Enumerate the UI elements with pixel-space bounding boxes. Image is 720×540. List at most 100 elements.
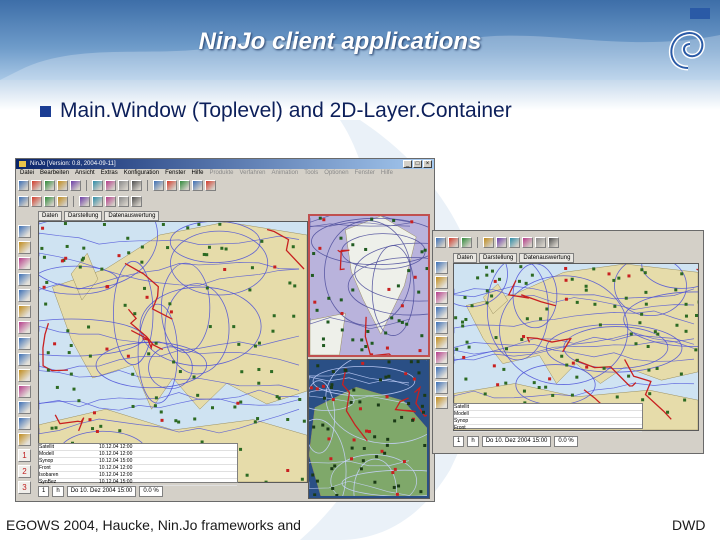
side-tool-button[interactable] (18, 337, 31, 350)
toolbar-tool-button[interactable] (18, 179, 29, 191)
side-tool-button[interactable] (18, 417, 31, 430)
tab-daten[interactable]: Daten (38, 211, 63, 221)
toolbar-tool-button[interactable] (31, 179, 42, 191)
side-tool-button[interactable] (435, 396, 448, 409)
toolbar-tool-button[interactable] (131, 195, 142, 207)
toolbar-tool-button[interactable] (44, 179, 55, 191)
menu-item[interactable]: Animation (272, 169, 299, 178)
menu-item[interactable]: Datei (20, 169, 34, 178)
menu-item[interactable]: Hilfe (381, 169, 393, 178)
menu-item[interactable]: Bearbeiten (40, 169, 69, 178)
side-tool-button[interactable] (18, 241, 31, 254)
menu-item[interactable]: Ansicht (75, 169, 95, 178)
side-tool-button[interactable] (18, 225, 31, 238)
minimize-icon[interactable]: _ (403, 160, 412, 168)
toolbar-tool-button[interactable] (522, 236, 533, 248)
side-tool-button[interactable] (18, 385, 31, 398)
menu-item[interactable]: Produkte (209, 169, 233, 178)
layer-row[interactable]: Front 10.12.04 12:00 (39, 465, 237, 472)
toolbar-tool-button[interactable] (192, 179, 203, 191)
menu-item[interactable]: Konfiguration (124, 169, 159, 178)
layer-row[interactable]: Isobaren 10.12.04 12:00 (39, 472, 237, 479)
layer-row[interactable]: Modell 10.12.04 12:00 (39, 451, 237, 458)
side-tool-button[interactable] (435, 306, 448, 319)
side-tool-button[interactable] (18, 321, 31, 334)
toolbar-tool-button[interactable] (535, 236, 546, 248)
number-button[interactable]: 2 (18, 465, 31, 478)
toolbar-tool-button[interactable] (57, 195, 68, 207)
layer-row[interactable]: Satellit (454, 404, 642, 411)
toolbar-tool-button[interactable] (31, 195, 42, 207)
side-tool-button[interactable] (18, 401, 31, 414)
main-layer-list[interactable]: Satellit 10.12.04 12:00 Modell 10.12.04 12:… (38, 443, 238, 486)
side-tool-button[interactable] (435, 276, 448, 289)
layer-row[interactable]: Front (454, 425, 642, 432)
tab-darstellung[interactable]: Darstellung (479, 253, 518, 263)
toolbar-tool-button[interactable] (44, 195, 55, 207)
toolbar-tool-button[interactable] (105, 179, 116, 191)
toolbar-tool-button[interactable] (166, 179, 177, 191)
menu-item[interactable]: Extras (101, 169, 118, 178)
status-field[interactable]: 1 (38, 485, 50, 497)
toolbar-tool-button[interactable] (483, 236, 494, 248)
toolbar-tool-button[interactable] (92, 179, 103, 191)
toolbar-tool-button[interactable] (153, 179, 164, 191)
number-button[interactable]: 3 (18, 481, 31, 494)
side-tool-button[interactable] (435, 366, 448, 379)
status-field[interactable]: 1 (453, 435, 465, 447)
side-tool-button[interactable] (435, 381, 448, 394)
toolbar-tool-button[interactable] (79, 195, 90, 207)
toolbar-tool-button[interactable] (70, 179, 81, 191)
side-tool-button[interactable] (435, 336, 448, 349)
side-tool-button[interactable] (435, 261, 448, 274)
status-field[interactable]: h (467, 435, 479, 447)
status-field[interactable]: h (52, 485, 64, 497)
map-scandinavia-panel[interactable] (308, 214, 430, 357)
tab-datenauswertung[interactable]: Datenauswertung (104, 211, 160, 221)
toolbar-tool-button[interactable] (92, 195, 103, 207)
side-tool-button[interactable] (435, 291, 448, 304)
toolbar-tool-button[interactable] (105, 195, 116, 207)
toolbar-tool-button[interactable] (118, 195, 129, 207)
maximize-icon[interactable]: □ (413, 160, 422, 168)
tab-daten[interactable]: Daten (453, 253, 478, 263)
toolbar-tool-button[interactable] (448, 236, 459, 248)
side-tool-button[interactable] (435, 351, 448, 364)
layer-row[interactable]: Satellit 10.12.04 12:00 (39, 444, 237, 451)
container-layer-list[interactable]: Satellit Modell Synop Front (453, 403, 643, 432)
toolbar-tool-button[interactable] (509, 236, 520, 248)
menu-item[interactable]: Fenster (355, 169, 375, 178)
toolbar-tool-button[interactable] (435, 236, 446, 248)
side-tool-button[interactable] (18, 305, 31, 318)
side-tool-button[interactable] (18, 433, 31, 446)
side-tool-button[interactable] (18, 257, 31, 270)
side-tool-button[interactable] (18, 273, 31, 286)
side-tool-button[interactable] (18, 289, 31, 302)
menu-item[interactable]: Fenster (165, 169, 185, 178)
layer-row[interactable]: Synop 10.12.04 15:00 (39, 458, 237, 465)
toolbar-tool-button[interactable] (179, 179, 190, 191)
toolbar-tool-button[interactable] (18, 195, 29, 207)
tab-darstellung[interactable]: Darstellung (64, 211, 103, 221)
toolbar-tool-button[interactable] (57, 179, 68, 191)
map-northamerica-panel[interactable] (308, 359, 430, 499)
menu-item[interactable]: Hilfe (191, 169, 203, 178)
side-tool-button[interactable] (18, 369, 31, 382)
layer-row[interactable]: Modell (454, 411, 642, 418)
tab-datenauswertung[interactable]: Datenauswertung (519, 253, 575, 263)
side-tool-button[interactable] (435, 321, 448, 334)
toolbar-tool-button[interactable] (496, 236, 507, 248)
close-icon[interactable]: × (423, 160, 432, 168)
number-button[interactable]: 1 (18, 449, 31, 462)
toolbar-tool-button[interactable] (548, 236, 559, 248)
toolbar-tool-button[interactable] (461, 236, 472, 248)
menu-item[interactable]: Verfahren (239, 169, 265, 178)
status-field[interactable]: Do 10. Dez 2004 15:00 (481, 435, 552, 447)
toolbar-tool-button[interactable] (205, 179, 216, 191)
menu-item[interactable]: Tools (304, 169, 318, 178)
layer-row[interactable]: Synop (454, 418, 642, 425)
toolbar-tool-button[interactable] (131, 179, 142, 191)
menu-item[interactable]: Optionen (324, 169, 348, 178)
side-tool-button[interactable] (18, 353, 31, 366)
status-field[interactable]: Do 10. Dez 2004 15:00 (66, 485, 137, 497)
